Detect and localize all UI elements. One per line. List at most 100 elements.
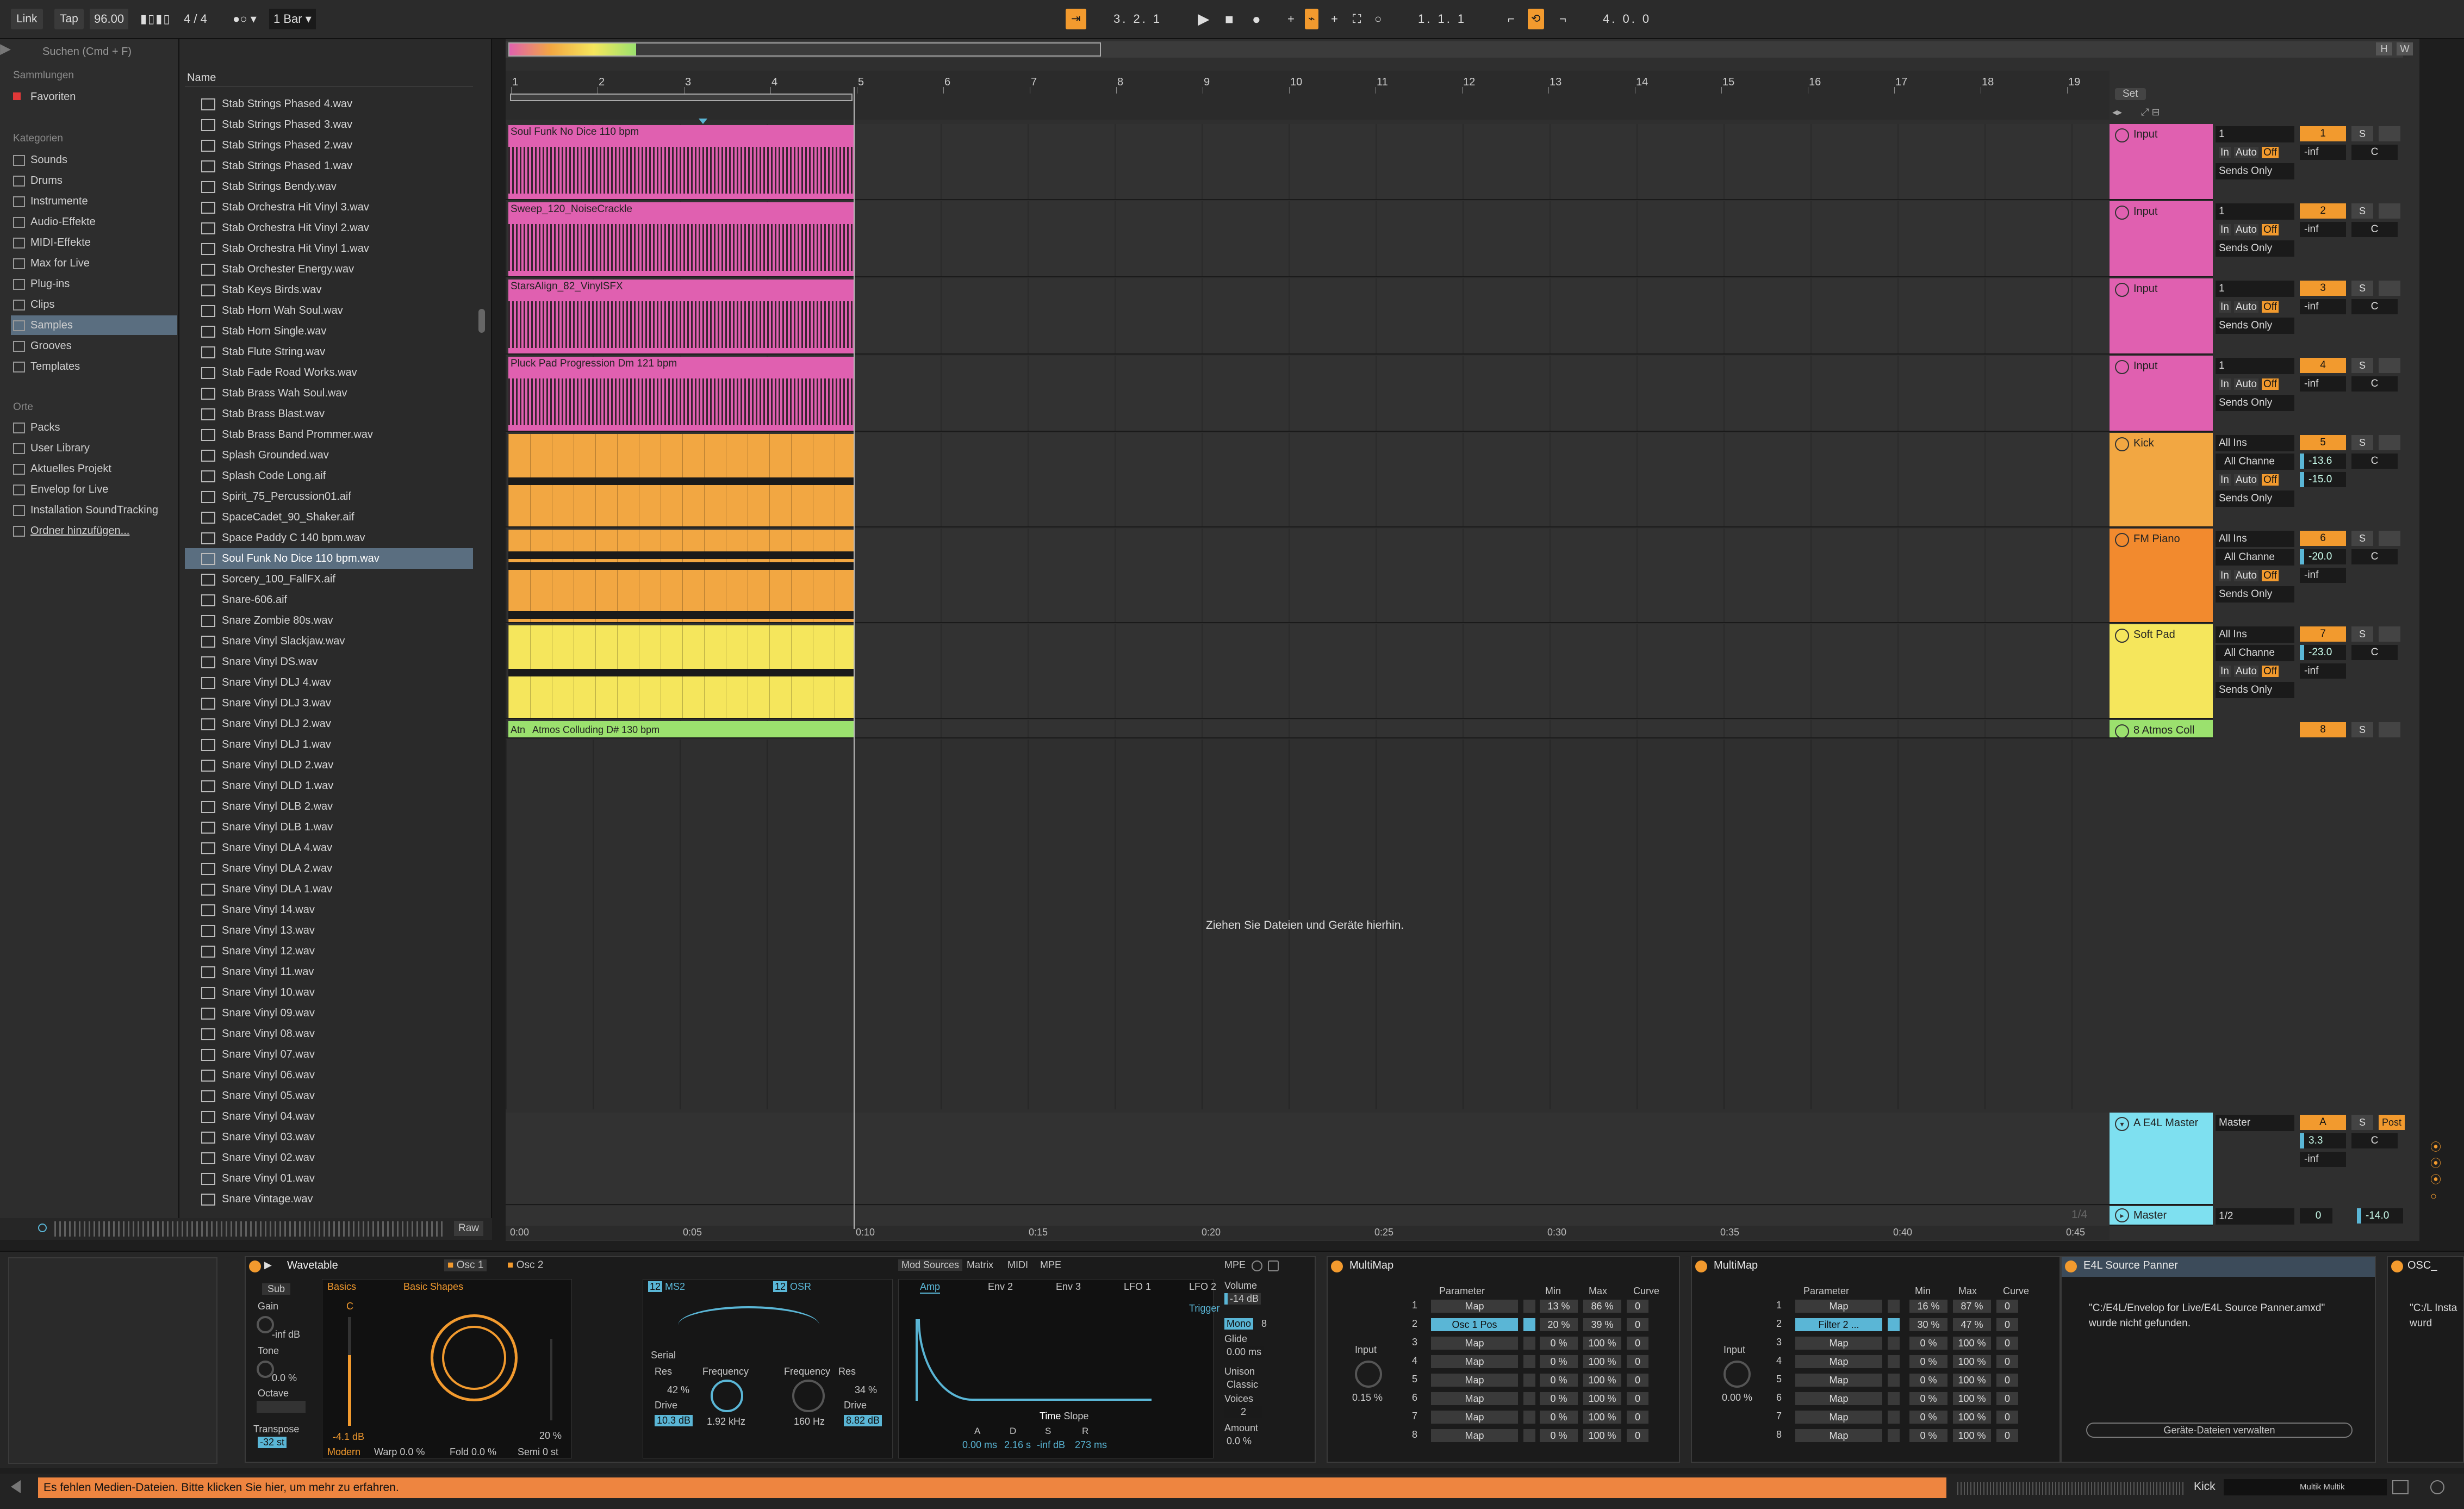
master-track-header[interactable]: ▸ Master (2110, 1206, 2213, 1226)
drive-value[interactable]: 10.3 dB (655, 1415, 693, 1426)
res2-value[interactable]: 34 % (855, 1384, 877, 1396)
return-track-header[interactable]: ▾ A E4L Master (2110, 1113, 2213, 1205)
unmap-button[interactable] (1523, 1318, 1535, 1331)
unison-mode-select[interactable]: Classic (1224, 1379, 1261, 1390)
sidebar-item-audio-effekte[interactable]: Audio-Effekte (13, 212, 96, 232)
map-max-value[interactable]: 100 % (1583, 1355, 1621, 1368)
map-min-value[interactable]: 16 % (1909, 1300, 1947, 1313)
file-list-item[interactable]: Splash Grounded.wav (185, 445, 473, 465)
loop-start-field[interactable]: 1. 1. 1 (1414, 9, 1471, 29)
map-curve-value[interactable]: 0 (1627, 1355, 1648, 1368)
input-channel-select[interactable]: All Channe (2216, 549, 2294, 566)
track-fold-icon[interactable] (2115, 128, 2129, 142)
arm-button[interactable] (2379, 626, 2400, 642)
arm-button[interactable] (2379, 358, 2400, 373)
arm-button[interactable] (2379, 722, 2400, 737)
track-volume[interactable]: -13.6 (2300, 454, 2346, 469)
zoom-fraction[interactable]: 1/4 (2071, 1208, 2087, 1221)
file-list-item[interactable]: Stab Strings Phased 3.wav (185, 114, 473, 135)
map-curve-value[interactable]: 0 (1996, 1374, 2018, 1387)
file-list-item[interactable]: Stab Strings Phased 2.wav (185, 135, 473, 156)
file-list-item[interactable]: Snare Vinyl DS.wav (185, 651, 473, 672)
map-parameter-button[interactable]: Map (1431, 1300, 1518, 1313)
file-list-item[interactable]: Snare Vinyl 05.wav (185, 1085, 473, 1106)
h-button[interactable]: H (2376, 42, 2392, 55)
wavetable-category-select[interactable]: Basics (327, 1281, 356, 1293)
return-post-button[interactable]: Post (2379, 1115, 2405, 1130)
map-min-value[interactable]: 0 % (1540, 1392, 1578, 1405)
file-list-item[interactable]: Snare Vinyl 14.wav (185, 899, 473, 920)
file-list-item[interactable]: Snare Vinyl DLA 4.wav (185, 837, 473, 858)
missing-media-message[interactable]: Es fehlen Medien-Dateien. Bitte klicken … (38, 1477, 1946, 1498)
overdub-icon[interactable]: + (1283, 9, 1299, 29)
map-max-value[interactable]: 100 % (1953, 1411, 1991, 1424)
map-max-value[interactable]: 100 % (1583, 1374, 1621, 1387)
map-parameter-button[interactable]: Map (1795, 1411, 1882, 1424)
arrangement-clip[interactable]: Soul Funk No Dice 110 bpm (508, 125, 854, 199)
sidebar-item-instrumente[interactable]: Instrumente (13, 191, 88, 211)
map-parameter-button[interactable]: Map (1795, 1392, 1882, 1405)
track-header[interactable]: FM Piano (2110, 529, 2213, 623)
trigger-select[interactable]: Trigger (1189, 1303, 1219, 1314)
master-cue[interactable]: 0 (2300, 1208, 2332, 1224)
file-list-item[interactable]: Stab Fade Road Works.wav (185, 362, 473, 383)
map-parameter-button[interactable]: Map (1431, 1392, 1518, 1405)
sidebar-item-drums[interactable]: Drums (13, 171, 63, 190)
solo-button[interactable]: S (2351, 203, 2373, 219)
file-list-item[interactable]: Snare Vinyl 01.wav (185, 1168, 473, 1189)
device-on-icon[interactable] (249, 1260, 261, 1272)
browser-toggle-icon[interactable]: ▶ (0, 40, 22, 62)
file-list-item[interactable]: Stab Keys Birds.wav (185, 280, 473, 300)
map-max-value[interactable]: 100 % (1583, 1411, 1621, 1424)
monitor-switch[interactable]: In Auto Off (2216, 145, 2294, 161)
map-parameter-button[interactable]: Filter 2 ... (1795, 1318, 1882, 1331)
position-field[interactable]: 3. 2. 1 (1109, 9, 1166, 29)
stop-icon[interactable]: ■ (1221, 9, 1238, 29)
return-route-select[interactable]: Master (2216, 1115, 2294, 1131)
name-column-header[interactable]: Name (185, 69, 473, 87)
arm-button[interactable] (2379, 203, 2400, 219)
map-min-value[interactable]: 13 % (1540, 1300, 1578, 1313)
map-min-value[interactable]: 0 % (1540, 1337, 1578, 1350)
browser-scrollbar[interactable] (478, 309, 485, 333)
output-select[interactable]: Sends Only (2216, 395, 2294, 411)
quantization-select[interactable]: 1 Bar ▾ (269, 9, 316, 29)
output-select[interactable]: Sends Only (2216, 318, 2294, 334)
multimap2-input-knob[interactable] (1723, 1361, 1751, 1388)
map-curve-value[interactable]: 0 (1627, 1392, 1648, 1405)
map-max-value[interactable]: 39 % (1583, 1318, 1621, 1331)
overview-viewport[interactable] (508, 42, 1101, 57)
sidebar-item-max-for-live[interactable]: Max for Live (13, 253, 90, 273)
sidebar-item-samples[interactable]: Samples (11, 315, 177, 335)
track-activator[interactable]: 2 (2300, 203, 2346, 219)
sustain-value[interactable]: -inf dB (1037, 1439, 1065, 1451)
monitor-switch[interactable]: In Auto Off (2216, 568, 2294, 584)
file-list-item[interactable]: Snare Vinyl 13.wav (185, 920, 473, 941)
tap-button[interactable]: Tap (54, 9, 84, 29)
master-track-lane[interactable] (506, 1206, 2110, 1226)
track-pan[interactable]: C (2351, 299, 2398, 314)
track-fold-icon[interactable] (2115, 360, 2129, 374)
arm-button[interactable] (2379, 531, 2400, 546)
unmap-button[interactable] (1523, 1429, 1535, 1442)
file-list-item[interactable]: Snare Vinyl DLB 1.wav (185, 817, 473, 837)
map-min-value[interactable]: 0 % (1909, 1411, 1947, 1424)
sidebar-item-clips[interactable]: Clips (13, 295, 54, 314)
sub-button[interactable]: Sub (262, 1283, 291, 1295)
multimap1-input-knob[interactable] (1355, 1361, 1382, 1388)
file-list-item[interactable]: Snare Vinyl DLJ 1.wav (185, 734, 473, 755)
mono-button[interactable]: Mono (1224, 1318, 1254, 1330)
unmap-button[interactable] (1523, 1392, 1535, 1405)
file-list-item[interactable]: Stab Orchestra Hit Vinyl 1.wav (185, 238, 473, 259)
file-list-item[interactable]: Snare-606.aif (185, 589, 473, 610)
track-send[interactable]: -15.0 (2300, 472, 2346, 487)
output-select[interactable]: Sends Only (2216, 240, 2294, 257)
env3-tab[interactable]: Env 3 (1056, 1281, 1081, 1293)
fold-value[interactable]: Fold 0.0 % (450, 1446, 496, 1458)
file-list-item[interactable]: Snare Zombie 80s.wav (185, 610, 473, 631)
solo-button[interactable]: S (2351, 531, 2373, 546)
env-view-labels[interactable]: Time Slope (1040, 1411, 1088, 1422)
arrangement-clip[interactable]: Sweep_120_NoiseCrackle (508, 202, 854, 276)
map-parameter-button[interactable]: Map (1795, 1374, 1882, 1387)
env2-tab[interactable]: Env 2 (988, 1281, 1013, 1293)
